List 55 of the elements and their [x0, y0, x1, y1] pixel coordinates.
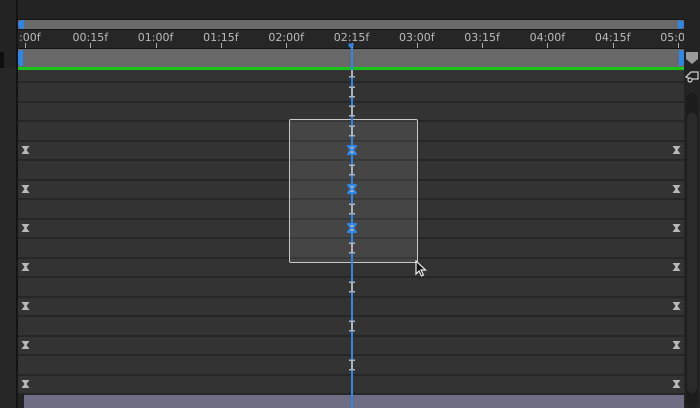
time-label: 05:0 — [660, 31, 684, 44]
hourglass-keyframe-icon[interactable] — [672, 262, 680, 272]
time-ruler[interactable]: :00f 00:15f 01:00f 01:15f 02:00f 02:15f 03:00f 03:15f 04:00f 04:15f 05:0 — [18, 30, 684, 49]
time-label: 03:15f — [464, 31, 500, 44]
linear-keyframe-icon[interactable] — [348, 164, 354, 176]
work-area-start-handle[interactable] — [18, 50, 23, 66]
hourglass-keyframe-icon[interactable] — [20, 184, 30, 194]
hourglass-keyframe-icon[interactable] — [20, 302, 30, 311]
hourglass-keyframe-icon[interactable] — [20, 262, 30, 272]
work-area-end-handle[interactable] — [679, 50, 684, 66]
hourglass-keyframe-icon[interactable] — [20, 340, 30, 350]
hourglass-keyframe-icon[interactable] — [20, 380, 30, 389]
linear-keyframe-icon[interactable] — [348, 86, 354, 98]
ruler-tick — [286, 43, 288, 48]
time-label: 02:15f — [334, 31, 370, 44]
navigator-end-handle[interactable] — [678, 20, 684, 29]
ruler-tick — [482, 43, 484, 48]
ruler-tick — [612, 43, 614, 48]
navigator-start-handle[interactable] — [18, 20, 24, 29]
hourglass-keyframe-icon[interactable] — [672, 146, 680, 155]
time-label: 04:15f — [594, 31, 630, 44]
time-label: 03:00f — [399, 31, 435, 44]
linear-keyframe-icon[interactable] — [348, 359, 354, 370]
hourglass-keyframe-icon[interactable] — [672, 184, 680, 194]
linear-keyframe-icon[interactable] — [348, 320, 354, 332]
linear-keyframe-icon[interactable] — [348, 106, 354, 117]
time-label: 04:00f — [530, 31, 566, 44]
keyframe-tag-icon[interactable] — [685, 71, 699, 83]
hourglass-keyframe-icon[interactable] — [344, 182, 358, 196]
time-label: 00:15f — [72, 31, 108, 44]
linear-keyframe-icon[interactable] — [348, 281, 354, 292]
hourglass-keyframe-icon[interactable] — [344, 143, 358, 158]
time-label: :00f — [19, 31, 41, 44]
ruler-tick — [156, 43, 157, 48]
linear-keyframe-icon[interactable] — [348, 242, 354, 254]
hourglass-keyframe-icon[interactable] — [672, 340, 680, 350]
mouse-pointer-icon — [415, 260, 427, 277]
hourglass-keyframe-icon[interactable] — [344, 221, 358, 236]
hourglass-keyframe-icon[interactable] — [672, 224, 680, 233]
ruler-tick — [220, 43, 222, 48]
linear-keyframe-icon[interactable] — [348, 125, 354, 136]
ruler-tick — [678, 43, 679, 48]
linear-keyframe-icon[interactable] — [348, 203, 354, 214]
hourglass-keyframe-icon[interactable] — [672, 302, 680, 311]
time-navigator-bar[interactable] — [18, 19, 684, 30]
time-label: 01:15f — [203, 31, 239, 44]
hourglass-keyframe-icon[interactable] — [20, 146, 30, 155]
hourglass-keyframe-icon[interactable] — [672, 380, 680, 389]
hourglass-keyframe-icon[interactable] — [20, 224, 30, 233]
ruler-tick — [25, 43, 26, 48]
ruler-tick — [416, 43, 418, 48]
ruler-tick — [547, 43, 548, 48]
time-label: 02:00f — [268, 31, 304, 44]
time-label: 01:00f — [138, 31, 174, 44]
ruler-tick — [90, 43, 92, 48]
